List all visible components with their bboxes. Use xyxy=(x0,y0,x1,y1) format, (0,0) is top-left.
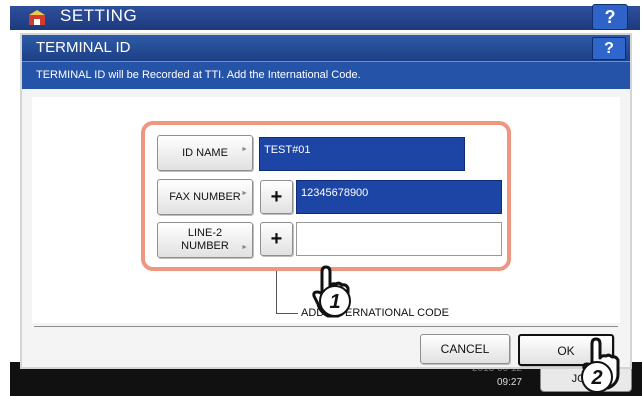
dialog-description: TERMINAL ID will be Recorded at TTI. Add… xyxy=(36,69,361,81)
callout-number-2: 2 xyxy=(590,367,602,389)
guide-line xyxy=(276,313,298,314)
corner-arrow-icon: ► xyxy=(241,146,248,153)
line-2-label: LINE-2 xyxy=(187,227,223,239)
number-label: NUMBER xyxy=(181,240,229,252)
dialog-title-bar: TERMINAL ID ? xyxy=(22,35,630,61)
setting-app-icon xyxy=(29,10,45,25)
fax-number-button[interactable]: FAX NUMBER ► xyxy=(157,179,253,215)
fax-number-label: FAX NUMBER xyxy=(169,191,241,203)
dialog-help-button[interactable]: ? xyxy=(592,37,626,60)
dialog-title: TERMINAL ID xyxy=(36,39,131,56)
id-name-label: ID NAME xyxy=(182,147,228,159)
id-name-field[interactable]: TEST#01 xyxy=(259,137,465,171)
callout-number-1: 1 xyxy=(329,291,340,313)
guide-line xyxy=(276,271,277,313)
setting-title: SETTING xyxy=(60,6,138,25)
corner-arrow-icon: ► xyxy=(241,244,248,251)
callout-badge-1: 1 xyxy=(319,285,351,317)
background-help-button[interactable]: ? xyxy=(592,4,628,30)
line-2-plus-button[interactable]: + xyxy=(260,222,293,256)
id-name-button[interactable]: ID NAME ► xyxy=(157,135,253,171)
dialog-description-bar: TERMINAL ID will be Recorded at TTI. Add… xyxy=(22,61,630,89)
line-2-number-field[interactable] xyxy=(296,222,502,256)
cancel-button[interactable]: CANCEL xyxy=(420,334,510,364)
callout-badge-2: 2 xyxy=(581,361,613,393)
line-2-number-button[interactable]: LINE-2 NUMBER ► xyxy=(157,222,253,258)
corner-arrow-icon: ► xyxy=(241,190,248,197)
fax-plus-button[interactable]: + xyxy=(260,180,293,214)
divider xyxy=(34,326,618,327)
fax-number-field[interactable]: 12345678900 xyxy=(296,180,502,214)
